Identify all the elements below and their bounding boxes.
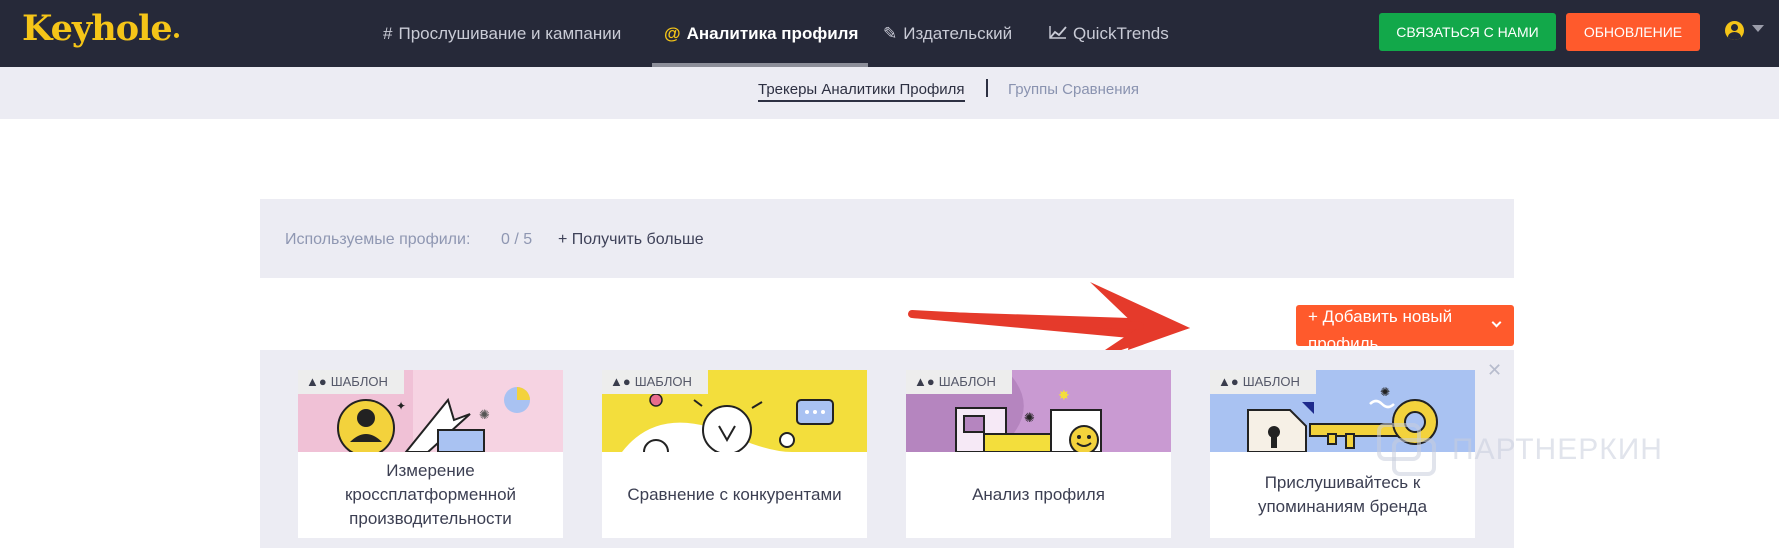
template-illustration: ✦ ✺ ▲● ШАБЛОН xyxy=(298,370,563,452)
template-card-title: Сравнение с конкурентами xyxy=(627,485,842,504)
svg-text:✺: ✺ xyxy=(1380,385,1390,399)
top-navigation-bar: Keyhole # Прослушивание и кампании @ Ана… xyxy=(0,0,1779,67)
nav-label: Прослушивание и кампании xyxy=(398,23,622,43)
svg-text:✸: ✸ xyxy=(1058,387,1070,403)
add-new-profile-button[interactable]: + Добавить новый профиль xyxy=(1296,305,1514,346)
add-profile-label: + Добавить новый профиль xyxy=(1308,307,1453,346)
trend-icon xyxy=(1049,24,1067,44)
pen-icon: ✎ xyxy=(883,23,898,43)
watermark: ПАРТНЕРКИН xyxy=(1376,422,1663,478)
template-card-cross-platform[interactable]: ✦ ✺ ▲● ШАБЛОН Измерение кроссплатформенно… xyxy=(298,370,563,538)
template-card-title: Измерение кроссплатформенной производите… xyxy=(344,461,517,528)
get-more-link[interactable]: + Получить больше xyxy=(558,231,704,249)
template-badge: ▲● ШАБЛОН xyxy=(906,370,1012,394)
svg-text:✦: ✦ xyxy=(396,399,406,413)
template-card-competitors[interactable]: ▲● ШАБЛОН Сравнение с конкурентами xyxy=(602,370,867,538)
template-illustration: ▲● ШАБЛОН xyxy=(602,370,867,452)
hash-icon: # xyxy=(383,23,393,43)
user-avatar-icon[interactable] xyxy=(1725,21,1744,40)
nav-label: QuickTrends xyxy=(1073,23,1169,43)
template-illustration: ✸ ✺ ▲● ШАБЛОН xyxy=(906,370,1171,452)
profiles-used-label: Используемые профили: xyxy=(285,231,471,248)
nav-label: Аналитика профиля xyxy=(686,23,859,43)
close-icon[interactable]: ✕ xyxy=(1487,360,1502,381)
tab-profile-trackers[interactable]: Трекеры Аналитики Профиля xyxy=(758,81,965,102)
svg-text:✺: ✺ xyxy=(1024,410,1035,425)
svg-text:✺: ✺ xyxy=(479,407,490,422)
tab-comparison-groups[interactable]: Группы Сравнения xyxy=(1008,81,1139,98)
profiles-usage-panel: Используемые профили: 0 / 5 + Получить б… xyxy=(260,199,1514,278)
chevron-down-icon[interactable] xyxy=(1752,25,1764,32)
nav-profile-analytics[interactable]: @ Аналитика профиля xyxy=(664,0,858,67)
nav-publishing[interactable]: ✎ Издательский xyxy=(883,0,1012,67)
chevron-down-icon xyxy=(1491,317,1502,328)
red-arrow-annotation xyxy=(908,282,1190,360)
watermark-logo-icon xyxy=(1377,423,1436,476)
nav-listening-campaigns[interactable]: # Прослушивание и кампании xyxy=(383,0,621,67)
template-badge: ▲● ШАБЛОН xyxy=(298,370,404,394)
keyhole-logo[interactable]: Keyhole xyxy=(22,8,179,52)
shapes-icon: ▲● xyxy=(914,374,935,389)
templates-panel: ✕ ✦ ✺ ▲● ШАБЛОН Измерение кроссплатформен… xyxy=(260,350,1514,548)
profiles-used-count: 0 / 5 xyxy=(501,231,533,248)
at-icon: @ xyxy=(664,23,681,43)
nav-label: Издательский xyxy=(903,23,1013,43)
shapes-icon: ▲● xyxy=(1218,374,1239,389)
template-badge: ▲● ШАБЛОН xyxy=(1210,370,1316,394)
shapes-icon: ▲● xyxy=(610,374,631,389)
template-badge: ▲● ШАБЛОН xyxy=(602,370,708,394)
sub-navigation: Трекеры Аналитики Профиля Группы Сравнен… xyxy=(0,67,1779,119)
template-card-title: Анализ профиля xyxy=(972,485,1105,504)
nav-quicktrends[interactable]: QuickTrends xyxy=(1049,0,1169,67)
shapes-icon: ▲● xyxy=(306,374,327,389)
watermark-text: ПАРТНЕРКИН xyxy=(1452,433,1663,466)
template-card-profile-analysis[interactable]: ✸ ✺ ▲● ШАБЛОН Анализ профиля xyxy=(906,370,1171,538)
upgrade-button[interactable]: ОБНОВЛЕНИЕ xyxy=(1566,13,1700,51)
tab-divider xyxy=(986,79,988,97)
contact-us-button[interactable]: СВЯЗАТЬСЯ С НАМИ xyxy=(1379,13,1556,51)
